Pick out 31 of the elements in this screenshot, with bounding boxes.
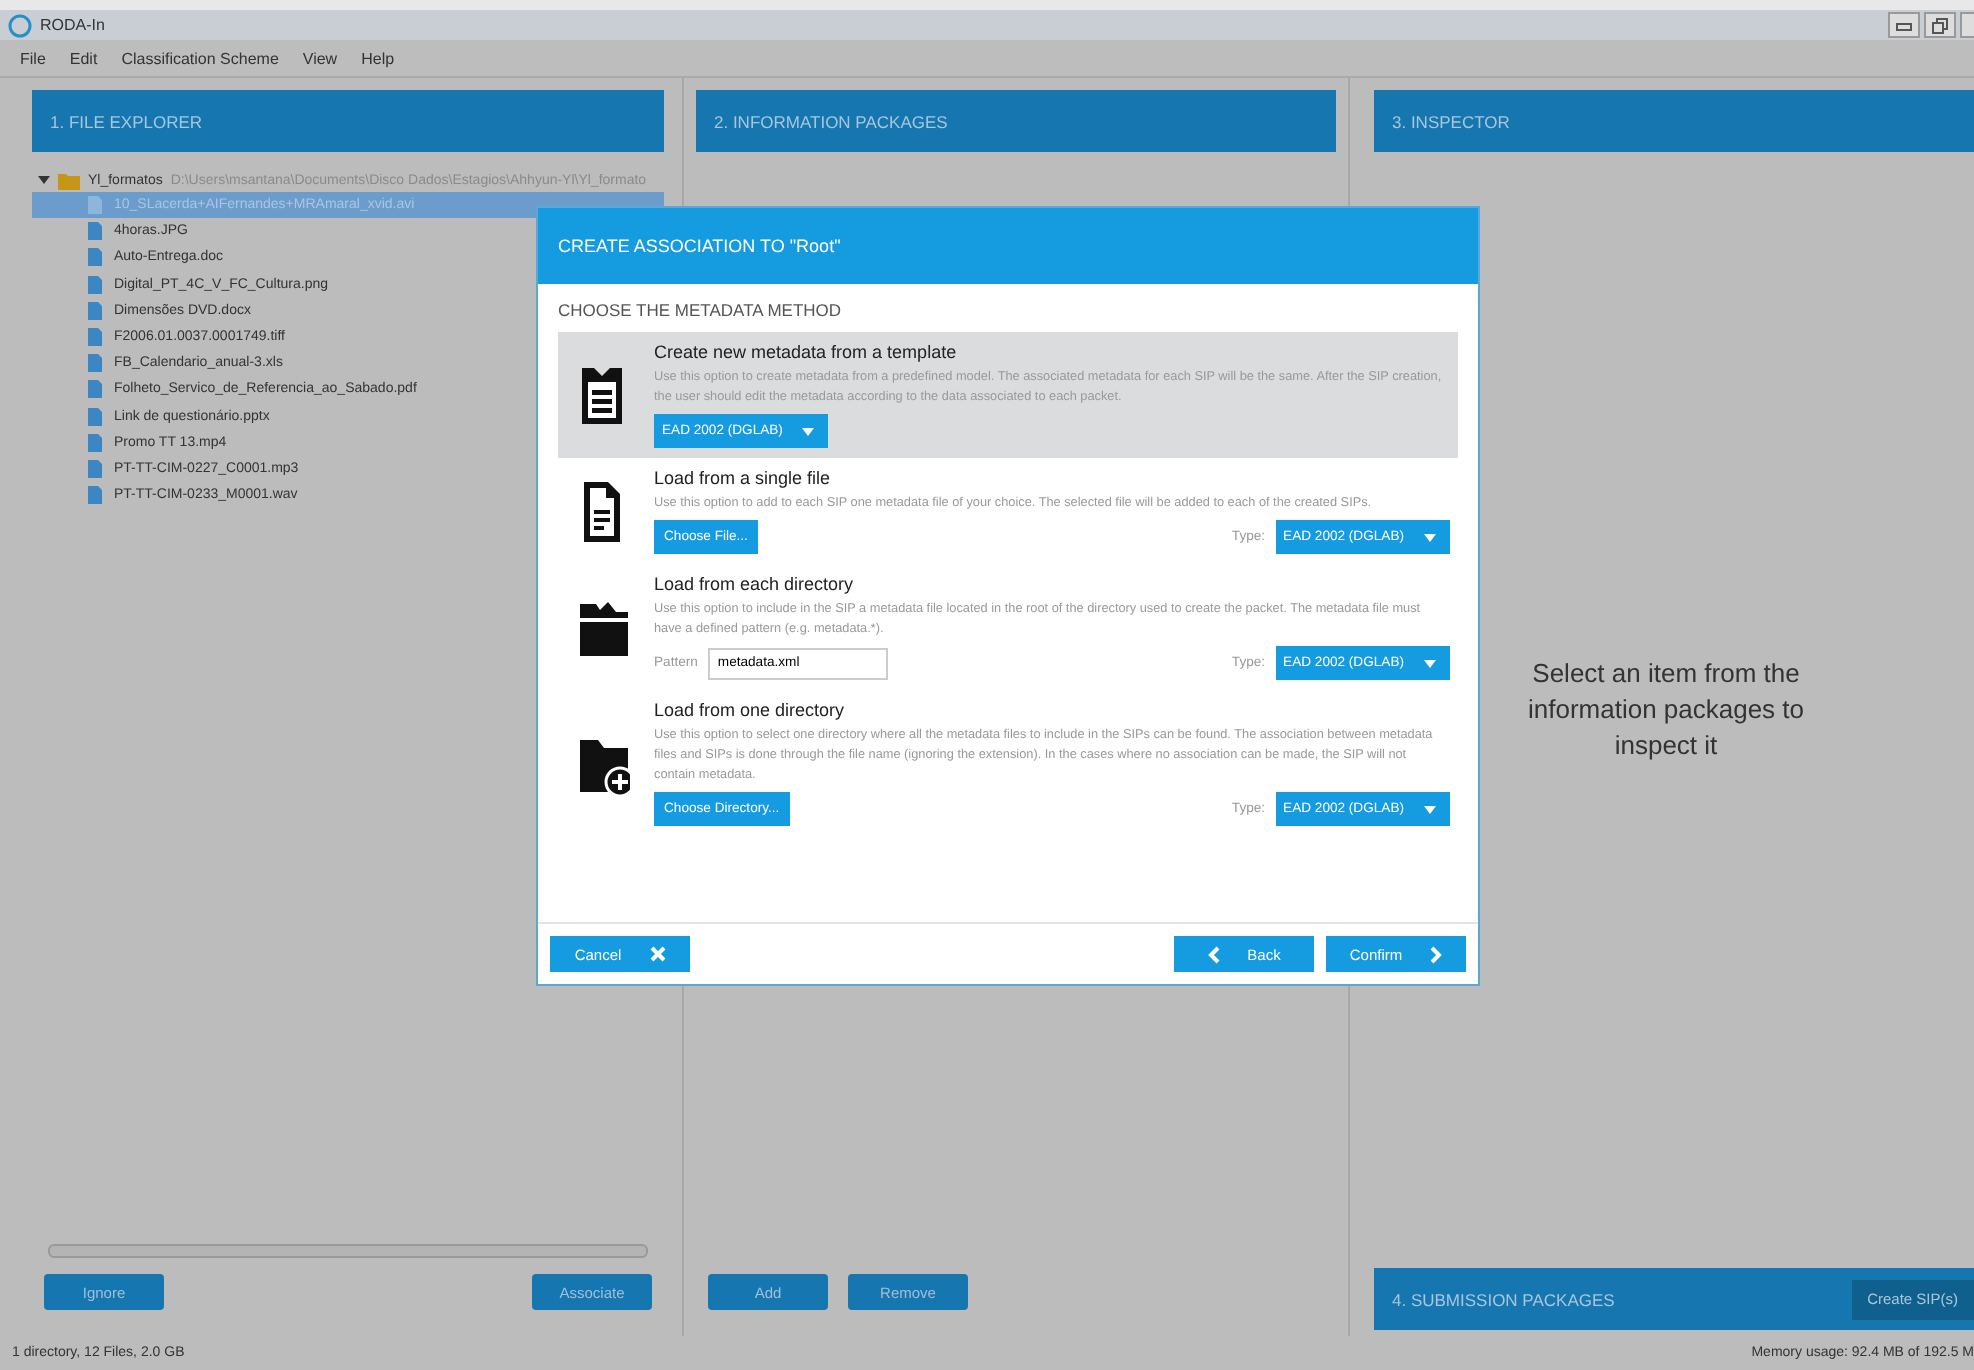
menu-item[interactable]: Help (361, 49, 395, 67)
menu-item[interactable]: File (20, 49, 46, 67)
method-option[interactable] (558, 332, 1458, 458)
restore-icon (1932, 17, 1948, 33)
panel-header: 1. FILE EXPLORER (32, 90, 664, 152)
option-title: Load from each directory (654, 574, 856, 594)
dialog-title: CREATE ASSOCIATION TO "Root" (538, 208, 1478, 284)
minimize-icon (1896, 17, 1912, 33)
window-title: RODA-In (40, 16, 105, 34)
dropdown-arrow-icon (1424, 659, 1436, 667)
dropdown-arrow-icon (1424, 533, 1436, 541)
restore-button[interactable] (1924, 12, 1956, 38)
chevron-left-icon (1207, 945, 1220, 963)
close-icon (649, 946, 666, 962)
panel-header: 3. INSPECTOR (1374, 90, 1974, 152)
dropdown-arrow-icon (1424, 805, 1436, 813)
empty-message: Select an item from the information packages to inspect it (1525, 656, 1807, 764)
minimize-button[interactable] (1888, 12, 1920, 38)
option-title: Load from a single file (654, 468, 833, 488)
panel-header: 2. INFORMATION PACKAGES (696, 90, 1336, 152)
option-title: Create new metadata from a template (654, 342, 959, 362)
option-title: Load from one directory (654, 700, 847, 720)
menu-item[interactable]: View (302, 49, 338, 67)
menu-item[interactable]: Edit (69, 49, 98, 67)
section-heading: CHOOSE THE METADATA METHOD (558, 298, 844, 324)
chevron-right-icon (1430, 945, 1443, 963)
dropdown-arrow-icon (802, 427, 815, 435)
horizontal-scrollbar[interactable] (48, 1244, 648, 1258)
menu-item[interactable]: Classification Scheme (121, 49, 279, 67)
panel-title: 4. SUBMISSION PACKAGES (1392, 1289, 1615, 1309)
app-icon (8, 13, 32, 37)
